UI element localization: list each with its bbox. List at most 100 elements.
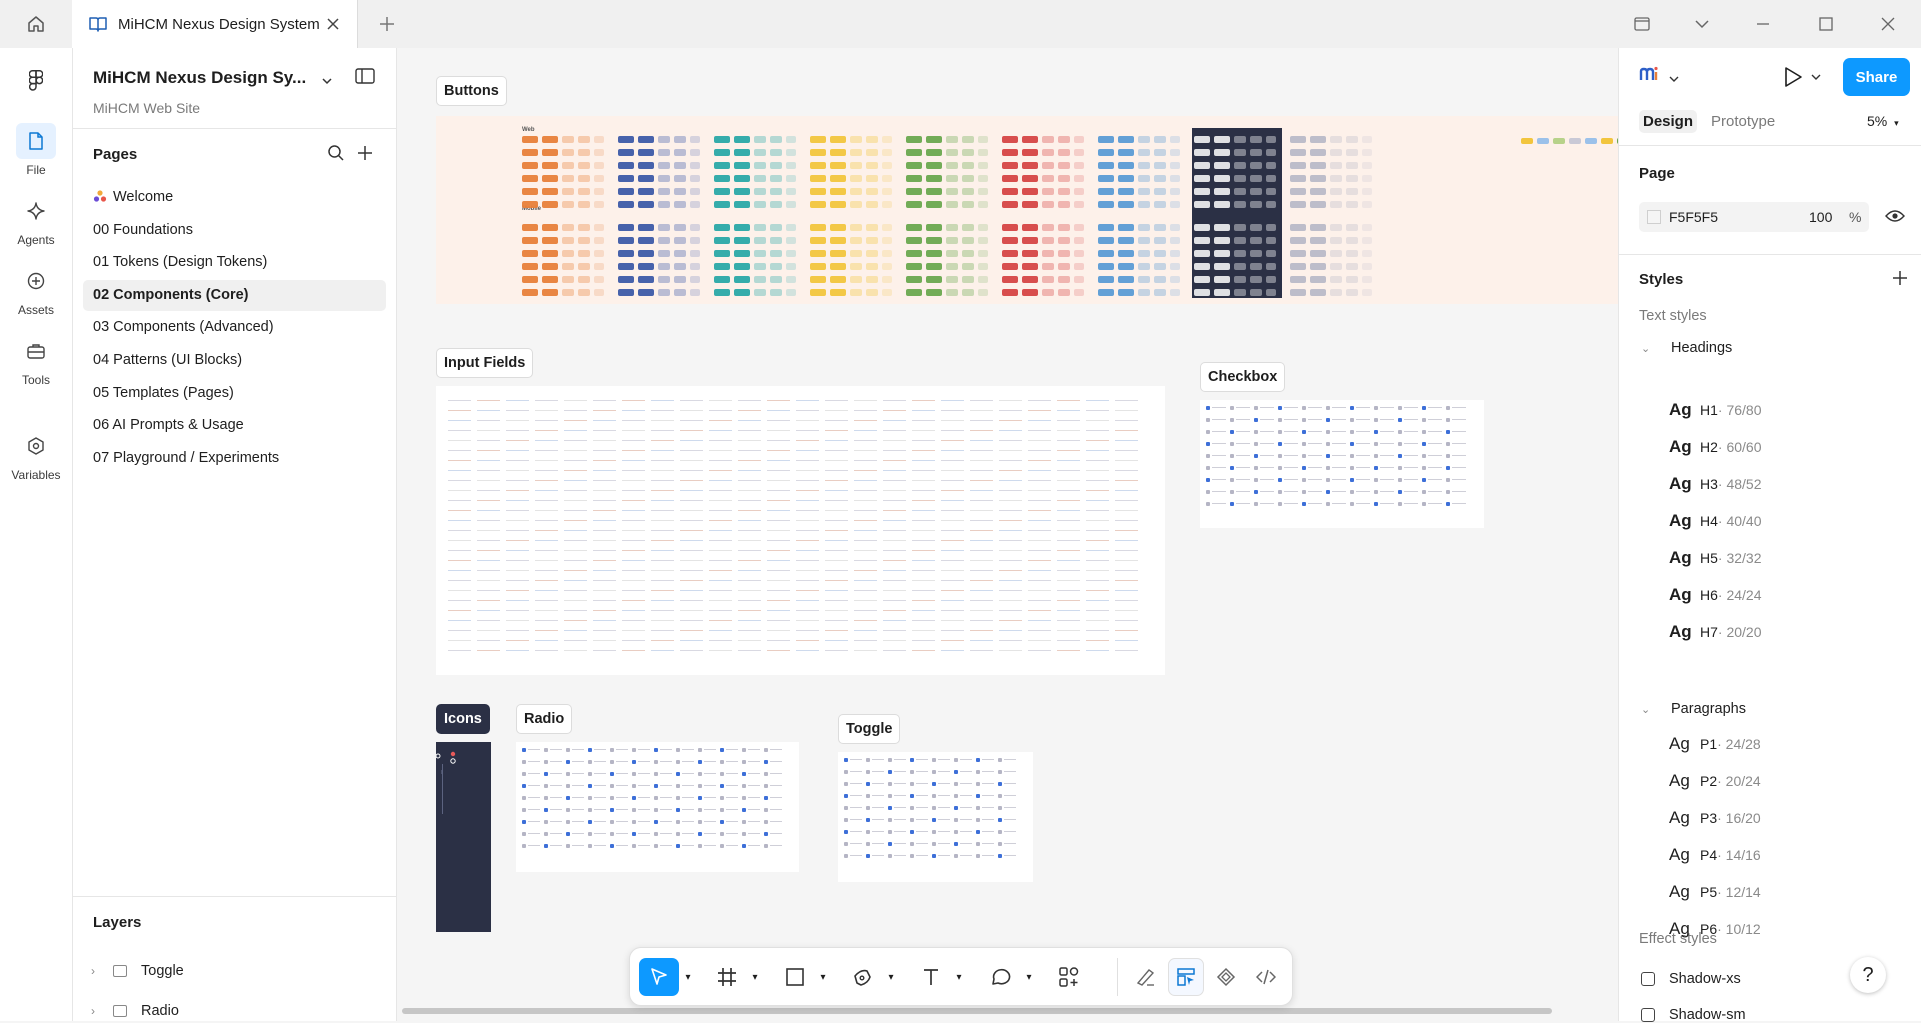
tabs-dropdown-button[interactable] [1672,0,1732,47]
help-button[interactable]: ? [1850,957,1886,993]
add-page-icon[interactable] [356,144,374,167]
section-label-checkbox[interactable]: Checkbox [1200,362,1286,392]
rail-item-tools[interactable]: Tools [0,333,72,387]
move-tool-dropdown[interactable]: ▾ [680,958,696,996]
tab-design[interactable]: Design [1639,110,1698,133]
text-styles-label: Text styles [1639,308,1707,324]
page-item-ai-prompts[interactable]: 06 AI Prompts & Usage [83,410,386,441]
input-fields-frame[interactable] [436,386,1165,675]
text-tool-dropdown[interactable]: ▾ [951,958,967,996]
rail-item-assets[interactable]: Assets [0,263,72,317]
page-color-opacity[interactable]: 100 [1809,209,1832,225]
shape-tool[interactable] [776,958,814,996]
actions-tool[interactable] [1050,958,1088,996]
move-tool[interactable] [639,958,679,996]
zoom-select[interactable]: 5% ▾ [1867,113,1899,129]
maximize-button[interactable] [1796,0,1856,47]
rail-item-agents[interactable]: Agents [0,193,72,247]
file-menu-chevron-icon[interactable] [321,72,333,90]
section-label-buttons[interactable]: Buttons [436,76,507,106]
text-style-row[interactable]: Ag P6 · 10/12 [1669,919,1761,943]
frame-tool[interactable] [708,958,746,996]
paragraphs-group[interactable]: ⌄ Paragraphs [1641,701,1746,717]
canvas[interactable]: Buttons Web Mobile Input Fields Checkbox… [397,48,1618,1021]
button-swatch [1074,276,1084,283]
toggle-frame[interactable] [838,752,1033,882]
app-menu-button[interactable] [22,66,50,94]
brand-menu-chevron-icon[interactable] [1669,70,1679,88]
component-dot [698,748,702,752]
headings-group[interactable]: ⌄ Headings [1641,340,1732,356]
horizontal-scrollbar[interactable] [402,1008,1552,1014]
text-style-row[interactable]: Ag H2 · 60/60 [1669,437,1762,461]
section-label-radio[interactable]: Radio [516,704,573,734]
color-swatch[interactable] [1647,210,1661,224]
comment-tool-dropdown[interactable]: ▾ [1021,958,1037,996]
section-label-input-fields[interactable]: Input Fields [436,348,534,378]
page-item-components-core[interactable]: 02 Components (Core) [83,280,386,311]
rail-item-variables[interactable]: Variables [0,428,72,482]
close-tab-icon[interactable] [323,14,343,34]
chevron-right-icon[interactable]: › [91,1004,107,1018]
toggle-sidebar-icon[interactable] [355,68,375,89]
page-item-templates[interactable]: 05 Templates (Pages) [83,378,386,409]
text-style-row[interactable]: Ag H7 · 20/20 [1669,622,1762,646]
layer-row-radio[interactable]: › Radio [91,999,179,1023]
home-button[interactable] [0,0,72,47]
section-label-icons[interactable]: Icons [436,704,490,734]
text-style-row[interactable]: Ag P3 · 16/20 [1669,808,1761,832]
visibility-eye-icon[interactable] [1885,209,1905,228]
component-dot [764,844,768,848]
chevron-right-icon[interactable]: › [91,964,107,978]
pen-tool[interactable] [844,958,882,996]
new-tab-button[interactable] [372,12,402,36]
browser-icon-button[interactable] [1612,0,1672,47]
share-button[interactable]: Share [1843,58,1910,96]
comment-tool[interactable] [982,958,1020,996]
checkbox-frame[interactable] [1200,400,1484,528]
text-style-row[interactable]: Ag P2 · 20/24 [1669,771,1761,795]
minimize-button[interactable] [1733,0,1793,47]
effect-style-row[interactable]: Shadow-xs [1641,971,1741,987]
radio-frame[interactable] [516,742,799,872]
tab-prototype[interactable]: Prototype [1711,113,1775,130]
section-label-toggle[interactable]: Toggle [838,714,901,744]
page-item-tokens[interactable]: 01 Tokens (Design Tokens) [83,247,386,278]
page-item-components-advanced[interactable]: 03 Components (Advanced) [83,312,386,343]
icons-frame[interactable] [436,742,491,932]
page-item-foundations[interactable]: 00 Foundations [83,215,386,246]
text-style-row[interactable]: Ag H6 · 24/24 [1669,585,1762,609]
text-style-row[interactable]: Ag H4 · 40/40 [1669,511,1762,535]
page-item-playground[interactable]: 07 Playground / Experiments [83,443,386,474]
frame-tool-dropdown[interactable]: ▾ [747,958,763,996]
text-style-row[interactable]: Ag H3 · 48/52 [1669,474,1762,498]
text-style-row[interactable]: Ag H5 · 32/32 [1669,548,1762,572]
close-window-button[interactable] [1858,0,1918,47]
text-style-row[interactable]: Ag P1 · 24/28 [1669,734,1761,758]
button-swatch [1042,276,1054,283]
page-item-patterns[interactable]: 04 Patterns (UI Blocks) [83,345,386,376]
button-swatch [1138,289,1150,296]
rail-item-file[interactable]: File [0,123,72,177]
draw-mode[interactable] [1128,958,1164,996]
search-pages-icon[interactable] [327,144,345,167]
text-style-row[interactable]: Ag H1 · 76/80 [1669,400,1762,424]
text-tool[interactable] [912,958,950,996]
present-button[interactable] [1779,62,1825,92]
layer-row-toggle[interactable]: › Toggle [91,959,184,983]
text-style-row[interactable]: Ag P4 · 14/16 [1669,845,1761,869]
prototype-mode[interactable] [1208,958,1244,996]
page-color-field[interactable]: F5F5F5 100 % [1639,202,1869,232]
dev-mode[interactable] [1248,958,1284,996]
brand-logo-icon[interactable] [1639,66,1661,87]
pen-tool-dropdown[interactable]: ▾ [883,958,899,996]
document-tab[interactable]: MiHCM Nexus Design System [72,0,358,48]
shape-tool-dropdown[interactable]: ▾ [815,958,831,996]
design-mode[interactable] [1168,958,1204,996]
page-color-hex[interactable]: F5F5F5 [1669,209,1718,225]
page-item-welcome[interactable]: Welcome [83,182,386,213]
file-name[interactable]: MiHCM Nexus Design Sy... [93,68,306,88]
buttons-frame[interactable]: Web Mobile [436,116,1618,304]
add-style-icon[interactable] [1892,270,1908,291]
text-style-row[interactable]: Ag P5 · 12/14 [1669,882,1761,906]
